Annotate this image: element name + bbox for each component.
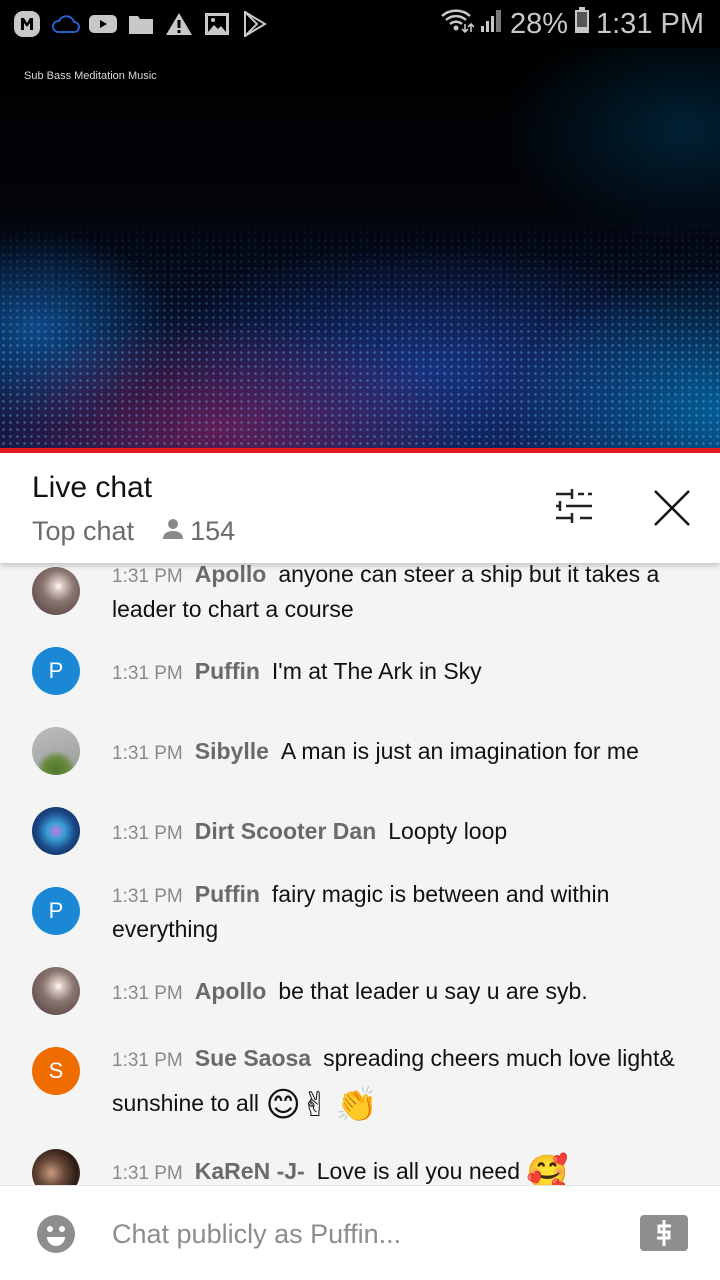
person-icon [162,516,184,547]
live-chat-header: Live chat Top chat 154 [0,453,720,563]
message-text: I'm at The Ark in Sky [271,658,482,684]
play-store-icon [240,9,270,39]
avatar[interactable]: S [32,1047,80,1095]
smiley-icon [37,1215,75,1253]
message-author[interactable]: Puffin [195,881,260,907]
message-text: Love is all you need [316,1158,520,1184]
live-chat-title: Live chat [32,471,153,504]
message-author[interactable]: KaReN -J- [195,1158,305,1184]
message-author[interactable]: Sue Saosa [195,1045,311,1071]
dollar-icon [657,1220,671,1246]
close-icon [654,490,690,526]
super-chat-button[interactable] [640,1215,688,1251]
wifi-icon [440,6,475,42]
viewer-count: 154 [162,516,235,547]
clapping-hands-emoji: 👏 [335,1085,379,1124]
message-timestamp: 1:31 PM [112,983,183,1004]
folder-icon [126,9,156,39]
chat-mode-label: Top chat [32,516,135,546]
avatar[interactable]: P [32,887,80,935]
notification-icons [12,9,270,39]
message-timestamp: 1:31 PM [112,663,183,684]
avatar[interactable]: P [32,647,80,695]
cloud-icon [50,9,80,39]
sliders-icon [556,489,592,523]
avatar-letter: S [48,1058,64,1083]
message-text: be that leader u say u are syb. [278,978,588,1004]
battery-percent: 28% [509,7,568,40]
youtube-icon [88,9,118,39]
smiling-face-hearts-emoji: 🥰 [526,1153,569,1185]
avatar[interactable] [32,567,80,615]
battery-icon [574,6,590,42]
emoji-picker-button[interactable] [36,1214,76,1254]
message-author[interactable]: Puffin [195,658,260,684]
message-text: fairy magic is between and within everyt… [112,881,610,942]
gallery-icon [202,9,232,39]
warning-icon [164,9,194,39]
avatar-letter: P [48,898,64,923]
message-author[interactable]: Dirt Scooter Dan [195,818,376,844]
message-timestamp: 1:31 PM [112,566,183,587]
message-text: A man is just an imagination for me [280,738,639,764]
avatar[interactable] [32,807,80,855]
smile-peace-emoji: 😊✌ [265,1085,330,1124]
chat-input-bar [0,1185,720,1280]
message-author[interactable]: Apollo [195,563,267,587]
viewer-count-value: 154 [190,516,236,546]
chat-filter-button[interactable] [552,488,600,528]
message-timestamp: 1:31 PM [112,1163,183,1184]
status-bar: 28% 1:31 PM [0,0,720,48]
chat-message-list[interactable]: 1:31 PM Apollo anyone can steer a ship but… [0,563,720,1185]
signal-icon [480,6,504,42]
message-text: Loopty loop [388,818,508,844]
avatar[interactable] [32,727,80,775]
system-status: 28% 1:31 PM [440,6,704,42]
video-player[interactable]: Sub Bass Meditation Music [0,48,720,450]
avatar-letter: P [48,658,64,683]
message-timestamp: 1:31 PM [112,823,183,844]
avatar[interactable] [32,1149,80,1185]
avatar[interactable] [32,967,80,1015]
chat-message-input[interactable] [112,1212,592,1256]
message-timestamp: 1:31 PM [112,743,183,764]
message-author[interactable]: Sibylle [195,738,269,764]
message-timestamp: 1:31 PM [112,1050,183,1071]
message-timestamp: 1:31 PM [112,886,183,907]
message-author[interactable]: Apollo [195,978,267,1004]
app-m-icon [12,9,42,39]
close-chat-button[interactable] [650,486,694,530]
video-frame [0,48,720,450]
chat-mode-selector[interactable]: Top chat 154 [32,516,235,547]
clock: 1:31 PM [596,7,704,40]
channel-watermark: Sub Bass Meditation Music [24,70,157,82]
